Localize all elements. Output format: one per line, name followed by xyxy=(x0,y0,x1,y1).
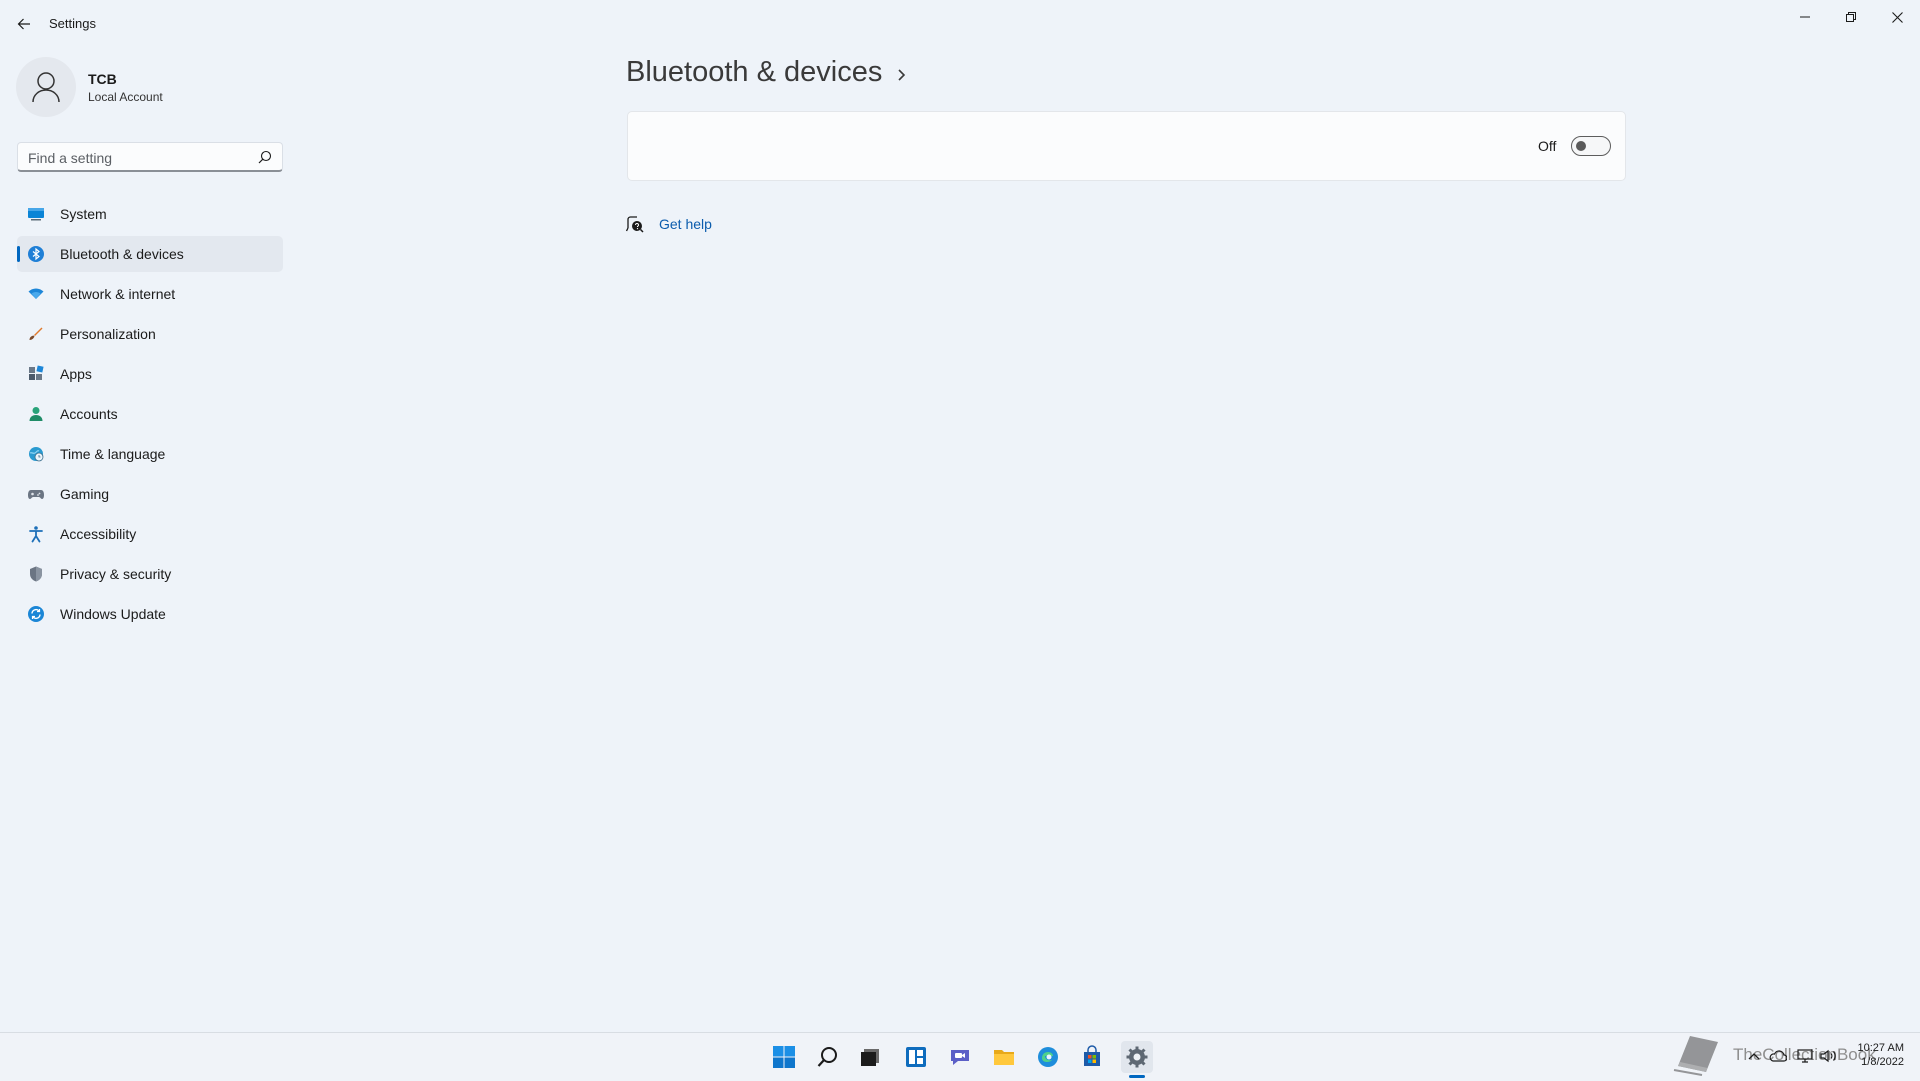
bluetooth-icon xyxy=(28,246,44,262)
sidebar-item-label: System xyxy=(60,206,107,222)
bluetooth-setting-card: Off xyxy=(627,111,1626,181)
settings-button[interactable] xyxy=(1121,1041,1153,1073)
toggle-knob xyxy=(1576,141,1586,151)
arrow-left-icon xyxy=(17,18,30,30)
title-bar: Settings xyxy=(0,0,1920,48)
avatar[interactable] xyxy=(16,57,76,117)
sidebar-item-gaming[interactable]: Gaming xyxy=(17,476,283,512)
bluetooth-toggle[interactable] xyxy=(1571,136,1611,156)
person-outline-icon xyxy=(32,72,60,103)
page-title: Bluetooth & devices xyxy=(626,56,883,88)
store-icon xyxy=(1084,1045,1100,1066)
minimize-button[interactable] xyxy=(1782,2,1828,32)
search-icon xyxy=(817,1047,837,1067)
sidebar-item-label: Windows Update xyxy=(60,606,166,622)
sidebar-item-label: Apps xyxy=(60,366,92,382)
file-explorer-button[interactable] xyxy=(988,1041,1020,1073)
show-hidden-icons-button[interactable] xyxy=(1746,1047,1762,1065)
sidebar-item-accessibility[interactable]: Accessibility xyxy=(17,516,283,552)
clock-time: 10:27 AM xyxy=(1857,1042,1904,1054)
get-help-link[interactable]: Get help xyxy=(659,216,712,232)
edge-button[interactable] xyxy=(1032,1041,1064,1073)
sidebar-item-time-language[interactable]: Time & language xyxy=(17,436,283,472)
sidebar-item-apps[interactable]: Apps xyxy=(17,356,283,392)
brush-icon xyxy=(29,327,43,340)
globe-clock-icon xyxy=(29,447,44,462)
toggle-state-label: Off xyxy=(1538,138,1557,154)
sidebar-item-label: Network & internet xyxy=(60,286,176,302)
chevron-up-icon xyxy=(1748,1053,1760,1060)
chat-button[interactable] xyxy=(944,1041,976,1073)
account-type: Local Account xyxy=(88,90,163,104)
sidebar-item-network-internet[interactable]: Network & internet xyxy=(17,276,283,312)
apps-icon xyxy=(29,365,44,380)
chevron-right-icon xyxy=(898,69,906,81)
taskbar-search-button[interactable] xyxy=(812,1041,844,1073)
edge-icon xyxy=(1038,1047,1058,1067)
taskbar-clock[interactable]: 10:27 AM 1/8/2022 xyxy=(1854,1041,1904,1069)
settings-icon xyxy=(1126,1046,1148,1068)
onedrive-button[interactable] xyxy=(1768,1047,1788,1065)
store-button[interactable] xyxy=(1076,1041,1108,1073)
widgets-icon xyxy=(906,1047,926,1067)
sidebar-item-system[interactable]: System xyxy=(17,196,283,232)
active-app-indicator xyxy=(1129,1075,1145,1078)
sidebar-item-privacy-security[interactable]: Privacy & security xyxy=(17,556,283,592)
sidebar-item-windows-update[interactable]: Windows Update xyxy=(17,596,283,632)
monitor-icon xyxy=(28,208,44,221)
sidebar-item-label: Accounts xyxy=(60,406,118,422)
start-icon xyxy=(773,1046,795,1068)
accessibility-icon xyxy=(29,526,43,543)
clock-date: 1/8/2022 xyxy=(1861,1056,1904,1068)
sidebar-item-bluetooth-devices[interactable]: Bluetooth & devices xyxy=(17,236,283,272)
sidebar-item-label: Gaming xyxy=(60,486,110,502)
restore-button[interactable] xyxy=(1828,2,1874,32)
monitor-network-icon xyxy=(1797,1049,1813,1063)
search-box[interactable] xyxy=(17,142,283,172)
cloud-icon xyxy=(1769,1050,1787,1062)
sidebar-item-label: Accessibility xyxy=(60,526,137,542)
search-input[interactable] xyxy=(26,148,250,168)
start-button[interactable] xyxy=(768,1041,800,1073)
task-view-icon xyxy=(861,1049,879,1066)
sidebar-item-label: Privacy & security xyxy=(60,566,172,582)
chat-icon xyxy=(951,1050,969,1065)
sidebar-item-label: Bluetooth & devices xyxy=(60,246,184,262)
back-button[interactable] xyxy=(12,10,36,38)
sidebar-item-personalization[interactable]: Personalization xyxy=(17,316,283,352)
selection-indicator xyxy=(17,246,20,262)
sidebar-item-accounts[interactable]: Accounts xyxy=(17,396,283,432)
close-icon xyxy=(1891,11,1903,23)
close-button[interactable] xyxy=(1874,2,1920,32)
wifi-icon xyxy=(28,288,44,299)
speaker-icon xyxy=(1820,1049,1836,1063)
app-title: Settings xyxy=(49,16,96,31)
network-button[interactable] xyxy=(1796,1047,1814,1065)
sidebar-item-label: Personalization xyxy=(60,326,156,342)
sync-icon xyxy=(28,606,44,622)
sidebar-item-label: Time & language xyxy=(60,446,166,462)
volume-button[interactable] xyxy=(1818,1047,1840,1065)
shield-icon xyxy=(30,566,42,582)
file-explorer-icon xyxy=(994,1050,1014,1065)
minimize-icon xyxy=(1800,16,1810,18)
taskbar xyxy=(0,1032,1920,1081)
help-chat-icon xyxy=(625,216,644,233)
restore-icon xyxy=(1846,12,1856,22)
book-icon xyxy=(1673,1036,1718,1076)
widgets-button[interactable] xyxy=(900,1041,932,1073)
search-icon[interactable] xyxy=(258,150,272,164)
person-icon xyxy=(29,407,43,421)
user-name: TCB xyxy=(88,71,117,87)
gamepad-icon xyxy=(28,490,44,499)
task-view-button[interactable] xyxy=(854,1041,886,1073)
